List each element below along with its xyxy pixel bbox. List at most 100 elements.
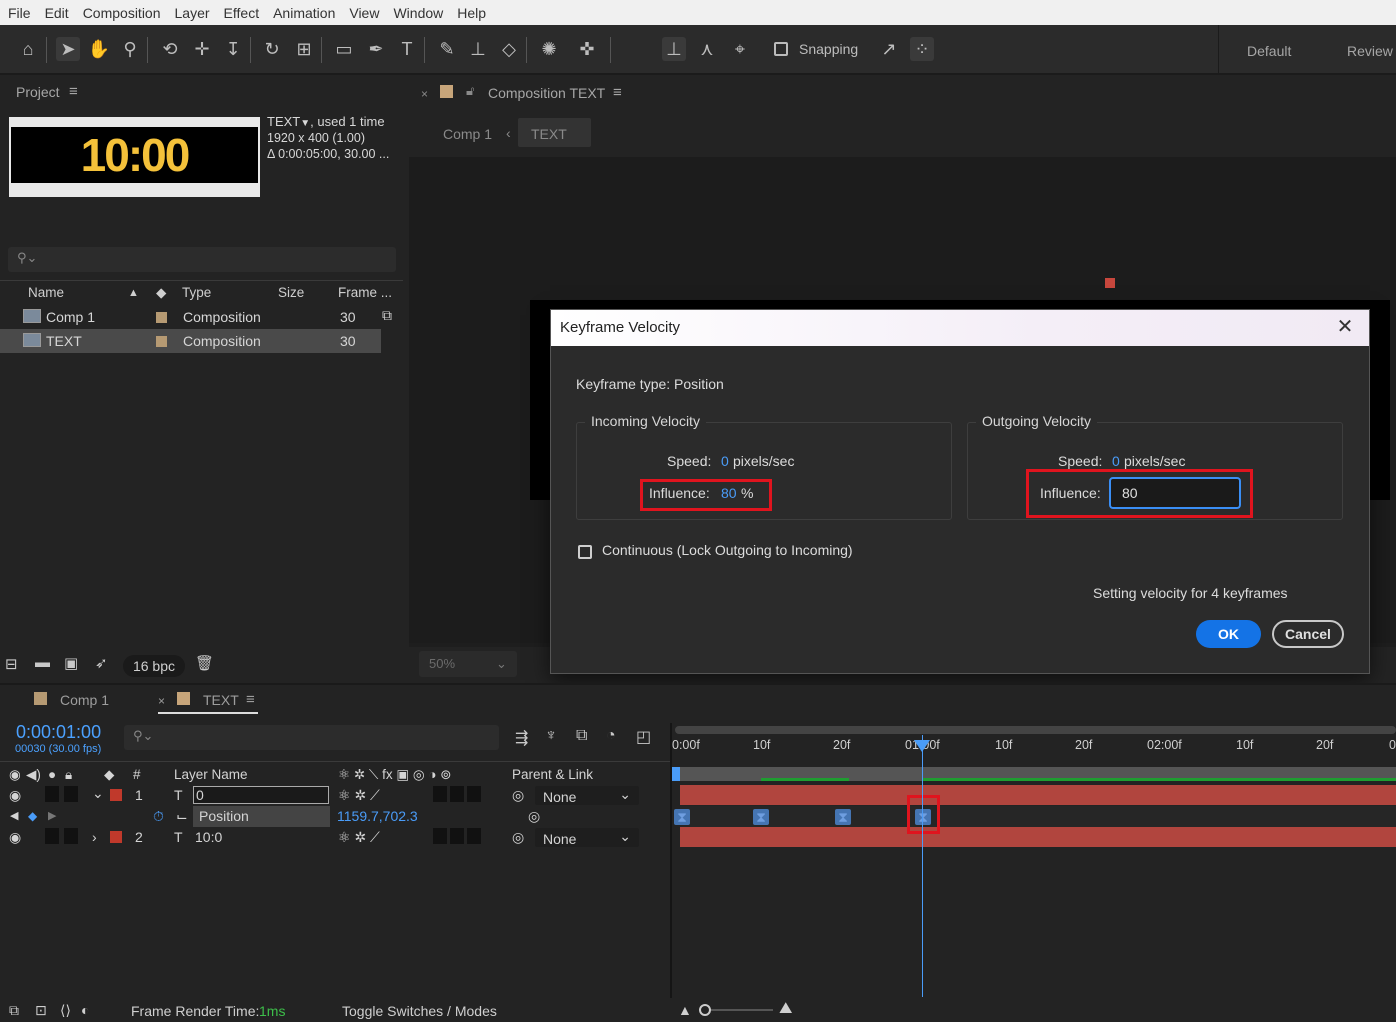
- layer-bar-1[interactable]: [680, 785, 1396, 805]
- graph-editor-icon[interactable]: ◰: [636, 727, 651, 747]
- home-icon[interactable]: ⌂: [16, 37, 40, 61]
- panel-menu-icon[interactable]: ≡: [246, 691, 255, 708]
- switch-box[interactable]: [467, 786, 481, 802]
- zoom-slider-handle[interactable]: [699, 1004, 711, 1016]
- rectangle-tool-icon[interactable]: ▭: [332, 37, 356, 61]
- current-timecode[interactable]: 0:00:01:00: [16, 722, 101, 743]
- motion-blur-icon[interactable]: ◔: [606, 727, 616, 745]
- snap-edges-icon[interactable]: ↗: [877, 37, 901, 61]
- close-icon[interactable]: ✕: [1333, 315, 1357, 339]
- brush-tool-icon[interactable]: ✎: [435, 37, 459, 61]
- chevron-right-icon[interactable]: ›: [92, 829, 97, 845]
- new-composition-icon[interactable]: ▣: [64, 654, 78, 672]
- zoom-slider-track[interactable]: [711, 1009, 773, 1011]
- orbit-camera-icon[interactable]: ⟲: [158, 37, 182, 61]
- snapping-checkbox[interactable]: [774, 42, 788, 56]
- lock-icon[interactable]: 🔓︎: [466, 83, 474, 99]
- shy-layers-icon[interactable]: ♆: [545, 727, 557, 745]
- view-axis-icon[interactable]: ⌖: [728, 37, 752, 61]
- out-influence-input[interactable]: 80: [1109, 477, 1241, 509]
- pickwhip-icon[interactable]: ◎: [528, 808, 540, 825]
- keyframe-diamond-icon[interactable]: ◆: [28, 809, 37, 823]
- switch-box[interactable]: [433, 828, 447, 844]
- close-icon[interactable]: ×: [421, 87, 428, 101]
- switches-icon[interactable]: ⚛ ✲ ⟋: [338, 829, 380, 846]
- label-color[interactable]: [110, 831, 122, 843]
- snap-grid-icon[interactable]: ⁘: [910, 37, 934, 61]
- pan-behind-icon[interactable]: ⊞: [292, 37, 316, 61]
- render-time-icon[interactable]: ◐: [81, 1002, 89, 1018]
- pan-camera-icon[interactable]: ✛: [190, 37, 214, 61]
- pickwhip-icon[interactable]: ◎: [512, 787, 524, 804]
- breadcrumb-text-tab[interactable]: TEXT: [518, 118, 591, 147]
- timeline-search-input[interactable]: ⚲⌄: [124, 725, 499, 750]
- anchor-point-handle[interactable]: [1105, 278, 1115, 288]
- graph-icon[interactable]: ⌙: [176, 808, 188, 825]
- eye-icon[interactable]: ◉: [9, 829, 21, 846]
- dropdown-caret-icon[interactable]: ▼: [300, 118, 310, 129]
- menu-help[interactable]: Help: [450, 5, 493, 21]
- column-frame-rate[interactable]: Frame ...: [338, 285, 392, 300]
- dolly-camera-icon[interactable]: ↧: [221, 37, 245, 61]
- chevron-down-icon[interactable]: ⌄: [92, 785, 104, 802]
- clone-stamp-icon[interactable]: ⊥: [466, 37, 490, 61]
- switches-icon[interactable]: ⚛ ✲ ⟋: [338, 787, 380, 804]
- new-folder-icon[interactable]: ▬: [35, 654, 50, 671]
- comp-flowchart-icon[interactable]: ⇶: [515, 728, 528, 748]
- panel-menu-icon[interactable]: ≡: [69, 83, 78, 100]
- switch-box[interactable]: [450, 786, 464, 802]
- layer-bar-2[interactable]: [680, 827, 1396, 847]
- type-tool-icon[interactable]: T: [395, 37, 419, 61]
- workspace-default[interactable]: Default: [1247, 43, 1291, 59]
- switch-box[interactable]: [450, 828, 464, 844]
- sort-up-icon[interactable]: ▲: [128, 287, 139, 299]
- label-tag-icon[interactable]: ◆: [104, 767, 114, 783]
- work-area-bar[interactable]: [672, 767, 1396, 781]
- switch-box[interactable]: [433, 786, 447, 802]
- project-row-text[interactable]: TEXT Composition 30: [0, 329, 381, 353]
- roto-brush-icon[interactable]: ✺: [537, 37, 561, 61]
- trash-icon[interactable]: 🗑: [195, 654, 214, 672]
- time-navigator[interactable]: [675, 726, 1396, 734]
- zoom-out-icon[interactable]: ▲: [678, 1002, 692, 1018]
- menu-layer[interactable]: Layer: [168, 5, 217, 21]
- solo-toggle[interactable]: [45, 786, 59, 802]
- solo-icon[interactable]: ●: [48, 767, 56, 782]
- local-axis-icon[interactable]: ⊥: [662, 37, 686, 61]
- selection-tool-icon[interactable]: ➤: [56, 37, 80, 61]
- keyframe-icon[interactable]: ⧗: [753, 809, 769, 825]
- position-value[interactable]: 1159.7,702.3: [337, 808, 418, 824]
- work-area-start[interactable]: [672, 767, 680, 781]
- comp-mini-icon[interactable]: ⧉: [9, 1002, 19, 1019]
- in-speed-value[interactable]: 0: [721, 453, 729, 469]
- layer-switches-icon[interactable]: ⊡: [35, 1002, 47, 1019]
- zoom-select[interactable]: 50% ⌄: [419, 651, 517, 677]
- project-tab[interactable]: Project: [16, 84, 60, 100]
- column-type[interactable]: Type: [182, 285, 211, 300]
- audio-icon[interactable]: ◀): [26, 767, 41, 783]
- settings-icon[interactable]: ➶: [95, 654, 108, 672]
- menu-composition[interactable]: Composition: [76, 5, 168, 21]
- next-keyframe-icon[interactable]: ▶: [48, 809, 56, 822]
- solo-toggle[interactable]: [45, 828, 59, 844]
- label-tag-icon[interactable]: ◆: [156, 285, 166, 301]
- eye-icon[interactable]: ◉: [9, 787, 21, 804]
- position-property-row[interactable]: ◀ ◆ ▶ ⏱ ⌙ Position 1159.7,702.3 ◎: [0, 806, 672, 827]
- label-color[interactable]: [156, 312, 167, 323]
- frame-blending-icon[interactable]: ⧉: [576, 727, 587, 745]
- eye-icon[interactable]: ◉: [9, 767, 21, 783]
- lock-icon[interactable]: 🔒︎: [65, 767, 72, 783]
- time-ruler[interactable]: 0:00f 10f 20f 01:00f 10f 20f 02:00f 10f …: [672, 723, 1396, 767]
- column-name[interactable]: Name: [28, 285, 64, 300]
- stopwatch-icon[interactable]: ⏱: [153, 808, 164, 825]
- keyframe-icon[interactable]: ⧗: [835, 809, 851, 825]
- keyframe-icon[interactable]: ⧗: [674, 809, 690, 825]
- parent-select[interactable]: None ⌄: [535, 786, 639, 805]
- menu-animation[interactable]: Animation: [266, 5, 342, 21]
- puppet-pin-icon[interactable]: ✜: [575, 37, 599, 61]
- close-icon[interactable]: ×: [158, 694, 165, 708]
- transfer-controls-icon[interactable]: ⟨⟩: [60, 1002, 71, 1019]
- world-axis-icon[interactable]: ⋏: [695, 37, 719, 61]
- cancel-button[interactable]: Cancel: [1272, 620, 1344, 648]
- project-search-input[interactable]: ⚲⌄: [8, 247, 396, 272]
